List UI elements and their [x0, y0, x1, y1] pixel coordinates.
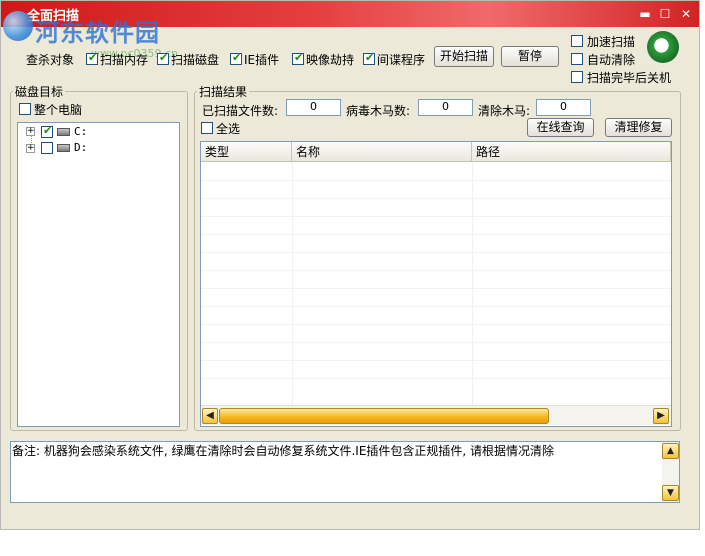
scan-disk-checkbox[interactable] [157, 51, 169, 65]
online-query-button[interactable]: 在线查询 [527, 118, 594, 137]
horizontal-scrollbar[interactable]: ◀ ▶ [201, 405, 671, 425]
scanned-files-value: 0 [286, 99, 341, 116]
scan-memory-label: 扫描内存 [100, 53, 149, 67]
results-table: 类型 名称 路径 [200, 141, 672, 427]
ie-plugin-label: IE插件 [244, 53, 280, 67]
row-line [201, 378, 671, 379]
virus-count-label: 病毒木马数: [346, 104, 411, 118]
pause-button[interactable]: 暂停 [501, 46, 559, 67]
background-edge [700, 0, 705, 530]
scrollbar-thumb[interactable] [219, 408, 549, 424]
drive-c-icon [57, 128, 70, 136]
auto-clean-label: 自动清除 [587, 53, 636, 67]
column-header-name[interactable]: 名称 [292, 142, 472, 162]
speed-scan-label: 加速扫描 [587, 35, 636, 49]
start-scan-button[interactable]: 开始扫描 [434, 46, 494, 67]
row-line [201, 180, 671, 181]
column-header-path[interactable]: 路径 [472, 142, 671, 162]
drive-c-label[interactable]: C: [74, 125, 87, 138]
watermark-logo-icon [3, 11, 33, 41]
drive-c-checkbox[interactable] [41, 124, 53, 138]
app-logo-icon [647, 31, 679, 63]
scroll-down-arrow-icon[interactable]: ▼ [662, 485, 679, 501]
row-line [201, 270, 671, 271]
image-hijack-label: 映像劫持 [306, 53, 355, 67]
minimize-button[interactable]: ▬ [637, 6, 653, 22]
row-line [201, 324, 671, 325]
clean-repair-button[interactable]: 清理修复 [605, 118, 672, 137]
drive-tree: + C: + D: [17, 122, 180, 427]
row-line [201, 234, 671, 235]
whole-computer-checkbox[interactable] [19, 103, 31, 115]
drive-d-icon [57, 144, 70, 152]
row-line [201, 216, 671, 217]
shutdown-after-scan-checkbox[interactable] [571, 71, 583, 83]
close-button[interactable]: ✕ [678, 6, 694, 22]
scan-window: 全面扫描 ▬ ☐ ✕ 河东软件园 www.pc0359.cn 查杀对象 扫描内存… [0, 0, 700, 530]
maximize-button[interactable]: ☐ [657, 6, 673, 22]
notes-vertical-scrollbar[interactable]: ▲ ▼ [662, 442, 679, 502]
shutdown-after-scan-label: 扫描完毕后关机 [587, 71, 672, 85]
notes-box[interactable]: 备注: 机器狗会感染系统文件, 绿鹰在清除时会自动修复系统文件.IE插件包含正规… [10, 441, 680, 503]
spyware-label: 间谍程序 [377, 53, 426, 67]
cleaned-count-label: 清除木马: [478, 104, 531, 118]
expand-c-icon[interactable]: + [26, 127, 35, 136]
image-hijack-checkbox[interactable] [292, 51, 304, 65]
row-line [201, 288, 671, 289]
scan-results-title: 扫描结果 [197, 83, 250, 100]
cleaned-count-value: 0 [536, 99, 591, 116]
auto-clean-checkbox[interactable] [571, 53, 583, 65]
scanned-files-label: 已扫描文件数: [202, 104, 279, 118]
spyware-checkbox[interactable] [363, 51, 375, 65]
select-all-label: 全选 [216, 122, 241, 136]
scroll-right-arrow-icon[interactable]: ▶ [653, 408, 669, 424]
ie-plugin-checkbox[interactable] [230, 51, 242, 65]
row-line [201, 306, 671, 307]
scan-memory-checkbox[interactable] [86, 51, 98, 65]
row-line [201, 198, 671, 199]
drive-d-checkbox[interactable] [41, 142, 53, 154]
row-line [201, 252, 671, 253]
disk-target-title: 磁盘目标 [13, 83, 66, 100]
virus-count-value: 0 [418, 99, 473, 116]
drive-d-label[interactable]: D: [74, 141, 87, 154]
scroll-left-arrow-icon[interactable]: ◀ [202, 408, 218, 424]
expand-d-icon[interactable]: + [26, 144, 35, 153]
scan-target-label: 查杀对象 [26, 53, 75, 67]
watermark-text: 河东软件园 [35, 18, 160, 47]
row-line [201, 342, 671, 343]
select-all-checkbox[interactable] [201, 122, 213, 134]
notes-text: 备注: 机器狗会感染系统文件, 绿鹰在清除时会自动修复系统文件.IE插件包含正规… [12, 444, 555, 458]
speed-scan-checkbox[interactable] [571, 35, 583, 47]
row-line [201, 360, 671, 361]
scroll-up-arrow-icon[interactable]: ▲ [662, 443, 679, 459]
column-header-type[interactable]: 类型 [201, 142, 292, 162]
background-strip [0, 530, 705, 556]
scan-disk-label: 扫描磁盘 [171, 53, 220, 67]
whole-computer-label: 整个电脑 [34, 103, 83, 117]
